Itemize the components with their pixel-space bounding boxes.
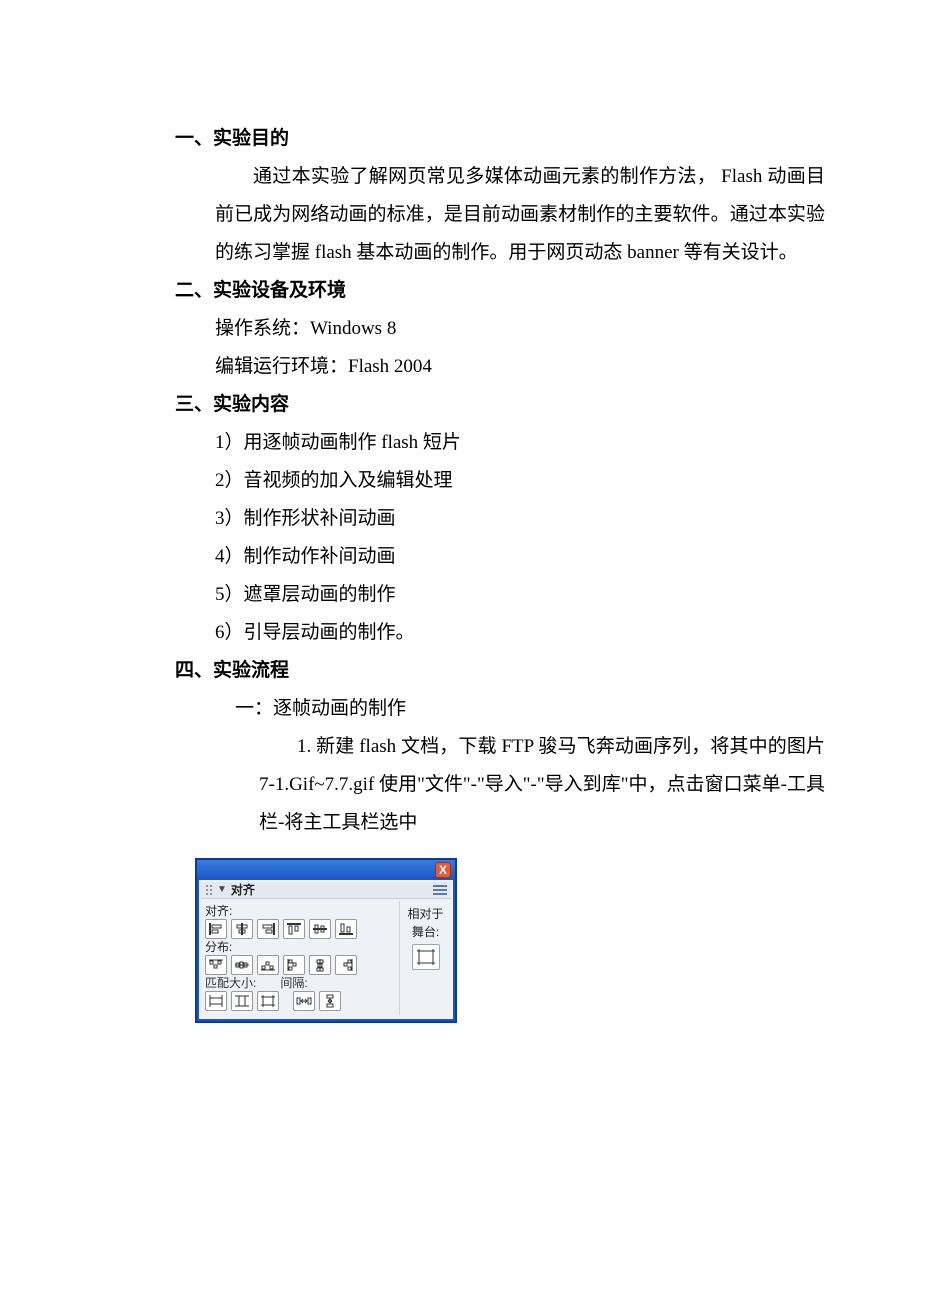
distribute-left-icon[interactable] [283, 955, 305, 975]
to-stage-button[interactable] [412, 944, 440, 970]
align-right-icon[interactable] [257, 919, 279, 939]
content-item-2: 2）音视频的加入及编辑处理 [215, 462, 825, 500]
panel-header[interactable]: ▼ 对齐 [201, 882, 451, 899]
space-horizontal-icon[interactable] [293, 991, 315, 1011]
content-item-4: 4）制作动作补间动画 [215, 538, 825, 576]
distribute-bottom-icon[interactable] [257, 955, 279, 975]
section-4-heading: 四、实验流程 [175, 652, 825, 690]
match-height-icon[interactable] [231, 991, 253, 1011]
content-item-6: 6）引导层动画的制作。 [215, 614, 825, 652]
match-both-icon[interactable] [257, 991, 279, 1011]
panel-titlebar[interactable]: X [197, 860, 455, 880]
distribute-vcenter-icon[interactable] [231, 955, 253, 975]
gripper-icon[interactable] [205, 884, 213, 896]
align-top-icon[interactable] [283, 919, 305, 939]
space-label: 间隔: [280, 977, 307, 989]
env-line: 编辑运行环境：Flash 2004 [215, 348, 825, 386]
section-2-heading: 二、实验设备及环境 [175, 272, 825, 310]
content-item-1: 1）用逐帧动画制作 flash 短片 [215, 424, 825, 462]
align-panel: X ▼ 对齐 对齐: [195, 858, 457, 1023]
distribute-section-label: 分布: [205, 941, 395, 953]
section-1-heading: 一、实验目的 [175, 120, 825, 158]
panel-title: 对齐 [231, 884, 255, 896]
align-section-label: 对齐: [205, 905, 395, 917]
procedure-step-1: 1. 新建 flash 文档，下载 FTP 骏马飞奔动画序列，将其中的图片 7-… [259, 728, 825, 842]
close-button[interactable]: X [435, 862, 451, 878]
section-3-heading: 三、实验内容 [175, 386, 825, 424]
os-line: 操作系统：Windows 8 [215, 310, 825, 348]
align-vcenter-icon[interactable] [309, 919, 331, 939]
content-item-3: 3）制作形状补间动画 [215, 500, 825, 538]
match-width-icon[interactable] [205, 991, 227, 1011]
distribute-top-icon[interactable] [205, 955, 227, 975]
content-item-5: 5）遮罩层动画的制作 [215, 576, 825, 614]
distribute-hcenter-icon[interactable] [309, 955, 331, 975]
match-size-label: 匹配大小: [205, 977, 256, 989]
distribute-right-icon[interactable] [335, 955, 357, 975]
stage-label: 舞台: [412, 925, 439, 939]
relative-to-label: 相对于 [407, 907, 443, 921]
section-1-paragraph: 通过本实验了解网页常见多媒体动画元素的制作方法， Flash 动画目前已成为网络… [215, 158, 825, 272]
panel-menu-icon[interactable] [433, 885, 447, 895]
procedure-part1-title: 一：逐帧动画的制作 [215, 690, 825, 728]
space-vertical-icon[interactable] [319, 991, 341, 1011]
align-hcenter-icon[interactable] [231, 919, 253, 939]
align-left-icon[interactable] [205, 919, 227, 939]
align-bottom-icon[interactable] [335, 919, 357, 939]
disclosure-icon[interactable]: ▼ [217, 885, 227, 895]
